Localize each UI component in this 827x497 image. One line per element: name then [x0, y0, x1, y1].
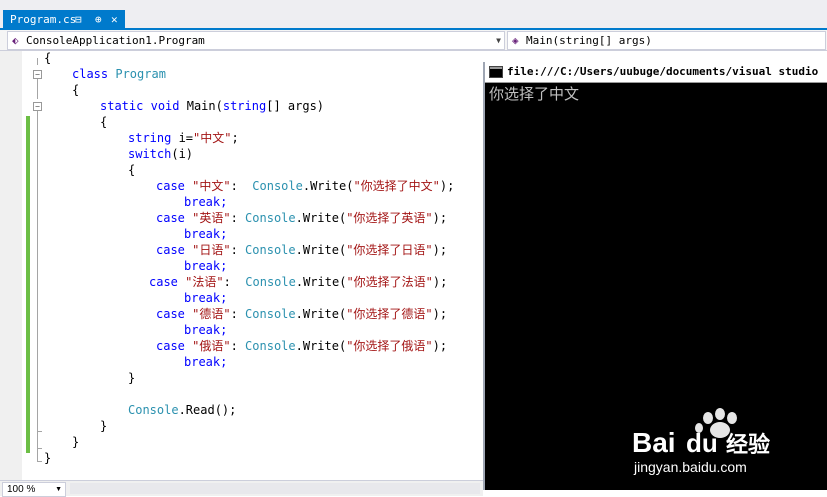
collapse-method-icon[interactable]: −: [33, 102, 42, 111]
outline-guide: [37, 432, 38, 448]
zoom-value: 100 %: [7, 484, 36, 495]
read-only-icon: ⊟: [75, 13, 82, 26]
editor-indicator-margin: [0, 51, 22, 480]
collapse-class-icon[interactable]: −: [33, 70, 42, 79]
navigation-bar: ⬖ ConsoleApplication1.Program ▼ ◈ Main(s…: [0, 30, 827, 51]
watermark-cn: 经验: [726, 432, 770, 458]
type-dropdown-value: ConsoleApplication1.Program: [26, 34, 205, 47]
code-line: string i="中文";: [128, 131, 239, 145]
code-line: {: [72, 83, 80, 97]
code-line: }: [128, 371, 136, 385]
code-line: break;: [184, 259, 228, 273]
outline-guide: [37, 449, 38, 461]
baidu-jingyan-watermark: Bai du 经验 jingyan.baidu.com: [628, 408, 788, 478]
watermark-brand-du: du: [686, 428, 718, 458]
outline-guide: [37, 111, 38, 431]
outline-guide: [37, 58, 38, 65]
watermark-url: jingyan.baidu.com: [633, 459, 747, 475]
saved-changes-bar: [26, 116, 30, 453]
code-line: case "法语": Console.Write("你选择了法语");: [149, 275, 448, 289]
chevron-down-icon: ▼: [55, 486, 62, 493]
code-line: break;: [184, 323, 228, 337]
code-line: case "英语": Console.Write("你选择了英语");: [156, 211, 448, 225]
code-line: switch(i): [128, 147, 194, 161]
member-dropdown[interactable]: ◈ Main(string[] args): [507, 31, 826, 50]
editor-status-bar: 100 % ▼: [0, 480, 483, 497]
type-dropdown[interactable]: ⬖ ConsoleApplication1.Program ▼: [7, 31, 505, 50]
chevron-down-icon: ▼: [496, 36, 501, 45]
console-app-icon: [489, 66, 503, 78]
code-line: class Program: [72, 67, 166, 81]
code-line: {: [100, 115, 108, 129]
horizontal-scrollbar[interactable]: [70, 483, 480, 494]
code-line: break;: [184, 227, 228, 241]
member-dropdown-value: Main(string[] args): [526, 34, 652, 47]
code-line: case "日语": Console.Write("你选择了日语");: [156, 243, 448, 257]
code-line: Console.Read();: [128, 403, 237, 417]
code-line: case "中文": Console.Write("你选择了中文");: [156, 179, 455, 193]
class-icon: ⬖: [12, 34, 19, 47]
code-line: break;: [184, 355, 228, 369]
document-tab-strip: Program.cs ⊟ ⊕ ✕: [0, 0, 827, 30]
code-line: case "俄语": Console.Write("你选择了俄语");: [156, 339, 448, 353]
outline-guide-end: [37, 461, 42, 462]
outline-guide: [37, 79, 38, 99]
code-line: break;: [184, 195, 228, 209]
watermark-brand: Bai: [632, 427, 676, 458]
code-line: {: [44, 51, 52, 65]
code-line: case "德语": Console.Write("你选择了德语");: [156, 307, 448, 321]
code-line: static void Main(string[] args): [100, 99, 325, 113]
code-line: }: [44, 451, 52, 465]
tab-program-cs[interactable]: Program.cs ⊟ ⊕ ✕: [3, 10, 125, 30]
pin-tab-icon[interactable]: ⊕: [95, 10, 102, 30]
code-line: {: [128, 163, 136, 177]
method-icon: ◈: [512, 34, 519, 47]
close-tab-icon[interactable]: ✕: [111, 10, 118, 30]
code-line: }: [72, 435, 80, 449]
console-title-bar[interactable]: file:///C:/Users/uubuge/documents/visual…: [485, 62, 827, 83]
code-line: break;: [184, 291, 228, 305]
tab-label: Program.cs: [10, 13, 77, 26]
console-output: 你选择了中文: [489, 85, 580, 103]
code-line: }: [100, 419, 108, 433]
console-title: file:///C:/Users/uubuge/documents/visual…: [507, 65, 819, 78]
